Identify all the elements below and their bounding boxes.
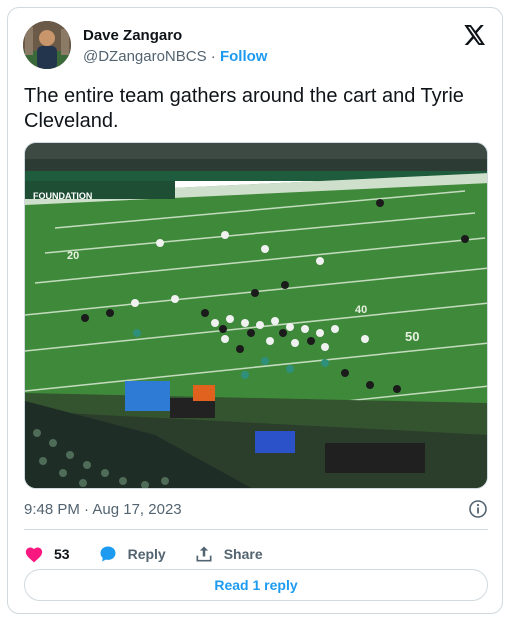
- divider: [24, 529, 488, 530]
- action-bar: 53 Reply Share: [24, 539, 291, 569]
- share-button[interactable]: Share: [194, 544, 263, 564]
- svg-text:40: 40: [355, 304, 367, 316]
- reply-label: Reply: [127, 546, 166, 562]
- reply-bubble-icon: [100, 546, 116, 562]
- author-handle[interactable]: @DZangaroNBCS: [83, 48, 207, 65]
- like-button[interactable]: 53: [24, 545, 70, 563]
- author-handle-row: @DZangaroNBCS · Follow: [83, 48, 267, 65]
- reply-button[interactable]: Reply: [98, 544, 166, 564]
- read-replies-button[interactable]: Read 1 reply: [24, 569, 488, 601]
- tweet-photo[interactable]: 50 40 20 FOUNDATION: [24, 142, 488, 489]
- tweet-time: 9:48 PM: [24, 501, 80, 518]
- author-name[interactable]: Dave Zangaro: [83, 27, 182, 44]
- follow-link[interactable]: Follow: [220, 48, 268, 65]
- tweet-text: The entire team gathers around the cart …: [24, 85, 464, 132]
- tweet-date: Aug 17, 2023: [92, 501, 182, 518]
- svg-text:20: 20: [67, 250, 79, 262]
- heart-icon: [25, 547, 43, 563]
- like-count: 53: [54, 546, 70, 562]
- svg-text:FOUNDATION: FOUNDATION: [33, 191, 92, 201]
- timestamp-separator: ·: [84, 501, 90, 518]
- svg-text:50: 50: [405, 329, 419, 344]
- tweet-timestamp[interactable]: 9:48 PM · Aug 17, 2023: [24, 501, 182, 518]
- x-logo-icon[interactable]: [464, 25, 486, 45]
- info-icon[interactable]: [468, 499, 488, 519]
- handle-separator: ·: [210, 48, 216, 65]
- share-icon: [196, 546, 212, 562]
- tweet-embed-card: Dave Zangaro @DZangaroNBCS · Follow The …: [7, 7, 503, 614]
- share-label: Share: [223, 546, 263, 562]
- avatar[interactable]: [23, 21, 71, 69]
